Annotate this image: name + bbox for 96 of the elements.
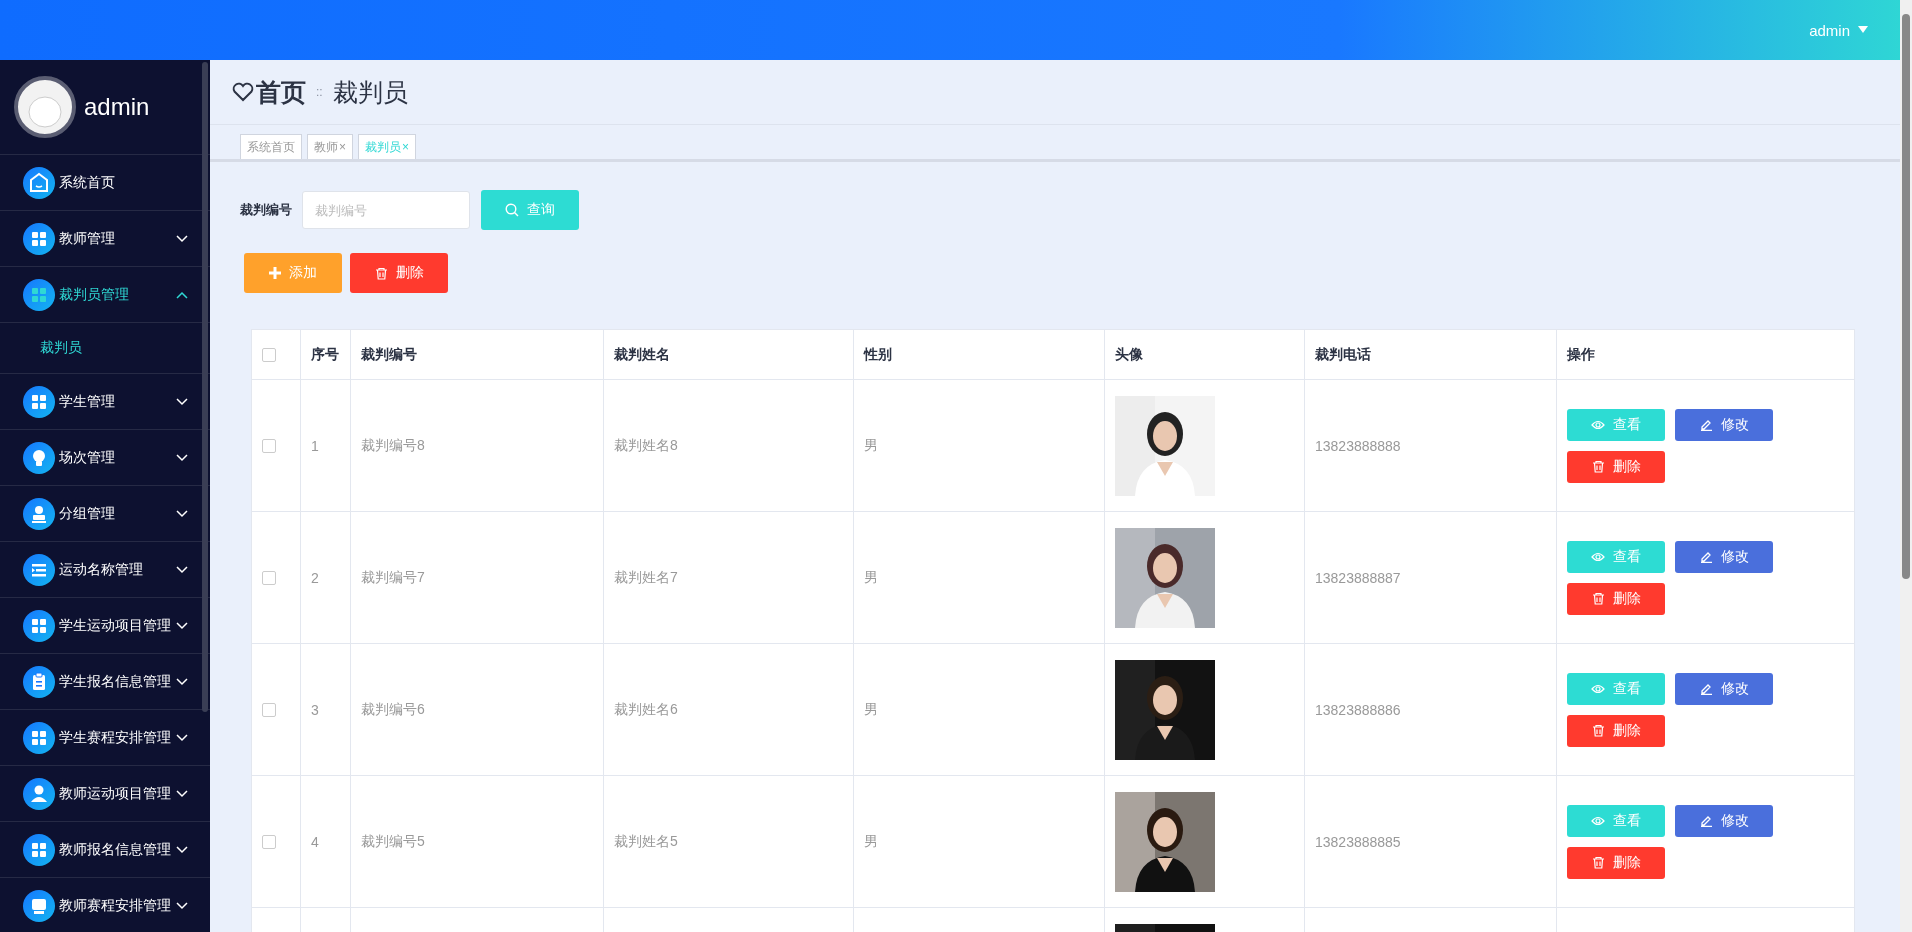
column-header: 裁判编号 bbox=[350, 329, 604, 380]
table-cell: 3 bbox=[311, 701, 319, 718]
search-field[interactable]: 裁判编号 bbox=[302, 191, 470, 229]
eye-icon bbox=[1591, 682, 1605, 695]
grid-icon bbox=[23, 833, 55, 866]
menu-item[interactable]: 分组管理 bbox=[0, 486, 210, 542]
table-cell: 13823888887 bbox=[1315, 569, 1401, 586]
pencil-icon bbox=[1699, 682, 1713, 695]
menu-item[interactable]: 裁判员管理 bbox=[0, 267, 210, 323]
table-cell: 裁判姓名7 bbox=[614, 568, 678, 585]
table-cell: 13823888888 bbox=[1315, 437, 1401, 454]
checkbox[interactable] bbox=[262, 834, 276, 849]
menu-item[interactable]: 学生报名信息管理 bbox=[0, 654, 210, 710]
checkbox[interactable] bbox=[262, 702, 276, 717]
stamp-icon bbox=[23, 497, 55, 530]
pencil-icon bbox=[1699, 418, 1713, 431]
grid-icon bbox=[23, 721, 55, 754]
bulb-icon bbox=[23, 441, 55, 474]
delete-button[interactable]: 删除 bbox=[1567, 846, 1665, 879]
table-cell: 男 bbox=[864, 700, 878, 717]
column-header: 头像 bbox=[1104, 329, 1305, 380]
checkbox[interactable] bbox=[262, 347, 276, 362]
menu-item[interactable]: 教师报名信息管理 bbox=[0, 822, 210, 878]
eye-icon bbox=[1591, 814, 1605, 827]
menu-item[interactable]: 学生运动项目管理 bbox=[0, 598, 210, 654]
close-icon[interactable]: × bbox=[339, 140, 346, 154]
column-header: 操作 bbox=[1556, 329, 1855, 380]
tab[interactable]: 系统首页 bbox=[240, 134, 302, 159]
table-cell: 裁判编号5 bbox=[361, 832, 425, 849]
edit-button[interactable]: 修改 bbox=[1675, 672, 1773, 705]
avatar-icon bbox=[14, 76, 76, 138]
list-icon bbox=[23, 553, 55, 586]
edit-button[interactable]: 修改 bbox=[1675, 408, 1773, 441]
menu-item[interactable]: 系统首页 bbox=[0, 155, 210, 211]
delete-button[interactable]: 删除 bbox=[350, 253, 448, 293]
menu-item[interactable]: 教师赛程安排管理 bbox=[0, 878, 210, 932]
checkbox[interactable] bbox=[262, 438, 276, 453]
menu-item[interactable]: 学生管理 bbox=[0, 374, 210, 430]
column-header: 性别 bbox=[853, 329, 1105, 380]
menu-item[interactable]: 学生赛程安排管理 bbox=[0, 710, 210, 766]
table-cell: 裁判编号6 bbox=[361, 700, 425, 717]
pencil-icon bbox=[1699, 550, 1713, 563]
delete-button[interactable]: 删除 bbox=[1567, 450, 1665, 483]
edit-button[interactable]: 修改 bbox=[1675, 540, 1773, 573]
breadcrumb-link[interactable]: 首页 bbox=[256, 75, 306, 109]
column-header: 裁判电话 bbox=[1304, 329, 1557, 380]
table-cell: 裁判姓名8 bbox=[614, 436, 678, 453]
menu-item[interactable]: 场次管理 bbox=[0, 430, 210, 486]
trash-icon bbox=[1591, 460, 1605, 473]
scrollbar[interactable] bbox=[1900, 0, 1912, 932]
menu-item[interactable]: 运动名称管理 bbox=[0, 542, 210, 598]
grid-icon bbox=[23, 609, 55, 642]
breadcrumb-separator: :: bbox=[316, 85, 323, 99]
trash-icon bbox=[374, 266, 388, 280]
delete-button[interactable]: 删除 bbox=[1567, 582, 1665, 615]
grid-icon bbox=[23, 278, 55, 311]
plus-icon bbox=[269, 267, 281, 279]
tray-icon bbox=[23, 889, 55, 922]
table-cell: 男 bbox=[864, 436, 878, 453]
eye-icon bbox=[1591, 550, 1605, 563]
eye-icon bbox=[1591, 418, 1605, 431]
trash-icon bbox=[1591, 592, 1605, 605]
menu-item[interactable]: 教师管理 bbox=[0, 211, 210, 267]
clipboard-icon bbox=[23, 665, 55, 698]
field-label: 裁判编号 bbox=[240, 201, 292, 219]
pencil-icon bbox=[1699, 814, 1713, 827]
grid-icon bbox=[23, 222, 55, 255]
home-icon bbox=[23, 166, 55, 199]
table-cell: 裁判姓名5 bbox=[614, 832, 678, 849]
search-icon bbox=[505, 203, 519, 217]
breadcrumb-current: 裁判员 bbox=[332, 76, 408, 108]
table-cell: 裁判编号7 bbox=[361, 568, 425, 585]
column-header: 序号 bbox=[300, 329, 351, 380]
trash-icon bbox=[1591, 856, 1605, 869]
heart-icon bbox=[232, 82, 254, 102]
table-cell: 2 bbox=[311, 569, 319, 586]
checkbox[interactable] bbox=[262, 570, 276, 585]
scrollbar[interactable] bbox=[202, 62, 208, 712]
table-cell: 13823888886 bbox=[1315, 701, 1401, 718]
column-header: 裁判姓名 bbox=[603, 329, 854, 380]
table-cell: 男 bbox=[864, 568, 878, 585]
table-cell: 裁判编号8 bbox=[361, 436, 425, 453]
user-name: admin bbox=[84, 93, 150, 121]
person-icon bbox=[23, 777, 55, 810]
delete-button[interactable]: 删除 bbox=[1567, 714, 1665, 747]
caret-icon bbox=[1858, 26, 1868, 34]
tab[interactable]: 教师× bbox=[307, 134, 353, 159]
edit-button[interactable]: 修改 bbox=[1675, 804, 1773, 837]
table-cell: 13823888885 bbox=[1315, 833, 1401, 850]
table-cell: 1 bbox=[311, 437, 319, 454]
table-cell: 裁判姓名6 bbox=[614, 700, 678, 717]
table-cell: 男 bbox=[864, 832, 878, 849]
menu-item[interactable]: 教师运动项目管理 bbox=[0, 766, 210, 822]
table-cell: 4 bbox=[311, 833, 319, 850]
trash-icon bbox=[1591, 724, 1605, 737]
grid-icon bbox=[23, 385, 55, 418]
